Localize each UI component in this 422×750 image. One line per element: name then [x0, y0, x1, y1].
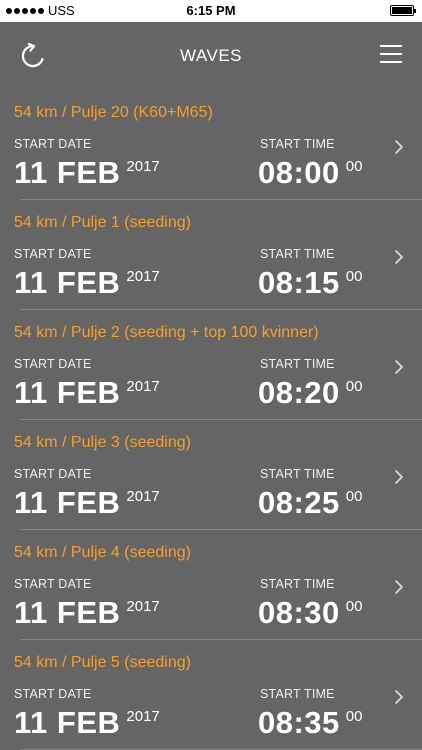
date-day-month: 11 FEB — [14, 155, 121, 190]
start-time-value: 08:25 00 — [258, 486, 362, 520]
wave-name: 54 km / Pulje 20 (K60+M65) — [14, 104, 213, 121]
wave-name: 54 km / Pulje 1 (seeding) — [14, 214, 191, 231]
status-bar: USS 6:15 PM — [0, 0, 422, 22]
date-year: 2017 — [126, 268, 160, 285]
time-seconds: 00 — [345, 268, 363, 285]
start-date-value: 11 FEB 2017 — [14, 376, 160, 410]
chevron-right-icon — [395, 690, 403, 704]
start-time-value: 08:35 00 — [258, 706, 362, 740]
chevron-right-icon — [395, 580, 403, 594]
wave-name: 54 km / Pulje 5 (seeding) — [14, 654, 191, 671]
date-year: 2017 — [126, 488, 160, 505]
start-date-label: START DATE — [14, 467, 92, 481]
start-date-value: 11 FEB 2017 — [14, 156, 160, 190]
date-year: 2017 — [126, 378, 160, 395]
date-day-month: 11 FEB — [14, 375, 121, 410]
menu-icon[interactable] — [380, 45, 402, 63]
chevron-right-icon — [395, 470, 403, 484]
time-seconds: 00 — [345, 708, 363, 725]
start-time-label: START TIME — [260, 467, 335, 481]
wave-row[interactable]: 54 km / Pulje 5 (seeding) START DATE START… — [0, 640, 422, 750]
nav-bar: WAVES — [0, 22, 422, 90]
status-time: 6:15 PM — [186, 3, 236, 18]
wave-row[interactable]: 54 km / Pulje 4 (seeding) START DATE START… — [0, 530, 422, 640]
date-day-month: 11 FEB — [14, 705, 121, 740]
date-day-month: 11 FEB — [14, 265, 121, 300]
wave-name: 54 km / Pulje 2 (seeding + top 100 kvinn… — [14, 324, 319, 341]
time-hour-minute: 08:25 — [258, 485, 340, 520]
start-time-label: START TIME — [260, 137, 335, 151]
start-date-label: START DATE — [14, 357, 92, 371]
time-hour-minute: 08:30 — [258, 595, 340, 630]
start-date-value: 11 FEB 2017 — [14, 486, 160, 520]
time-seconds: 00 — [345, 598, 363, 615]
date-day-month: 11 FEB — [14, 595, 121, 630]
date-year: 2017 — [126, 158, 160, 175]
start-date-value: 11 FEB 2017 — [14, 266, 160, 300]
date-year: 2017 — [126, 708, 160, 725]
time-hour-minute: 08:00 — [258, 155, 340, 190]
start-time-label: START TIME — [260, 357, 335, 371]
page-title: WAVES — [179, 46, 242, 65]
start-time-value: 08:30 00 — [258, 596, 362, 630]
start-date-label: START DATE — [14, 577, 92, 591]
start-date-label: START DATE — [14, 687, 92, 701]
wave-row[interactable]: 54 km / Pulje 3 (seeding) START DATE START… — [0, 420, 422, 530]
time-hour-minute: 08:35 — [258, 705, 340, 740]
date-day-month: 11 FEB — [14, 485, 121, 520]
start-time-value: 08:15 00 — [258, 266, 362, 300]
time-seconds: 00 — [345, 158, 363, 175]
time-hour-minute: 08:15 — [258, 265, 340, 300]
waves-list: 54 km / Pulje 20 (K60+M65) START DATE STAR… — [0, 90, 422, 750]
chevron-right-icon — [395, 360, 403, 374]
time-seconds: 00 — [345, 488, 363, 505]
time-hour-minute: 08:20 — [258, 375, 340, 410]
wave-row[interactable]: 54 km / Pulje 20 (K60+M65) START DATE STAR… — [0, 90, 422, 200]
start-time-label: START TIME — [260, 247, 335, 261]
start-date-value: 11 FEB 2017 — [14, 596, 160, 630]
chevron-right-icon — [395, 140, 403, 154]
start-date-label: START DATE — [14, 247, 92, 261]
start-time-value: 08:00 00 — [258, 156, 362, 190]
date-year: 2017 — [126, 598, 160, 615]
start-date-value: 11 FEB 2017 — [14, 706, 160, 740]
wave-name: 54 km / Pulje 4 (seeding) — [14, 544, 191, 561]
wave-row[interactable]: 54 km / Pulje 1 (seeding) START DATE START… — [0, 200, 422, 310]
start-time-label: START TIME — [260, 687, 335, 701]
start-time-value: 08:20 00 — [258, 376, 362, 410]
time-seconds: 00 — [345, 378, 363, 395]
start-time-label: START TIME — [260, 577, 335, 591]
battery-icon — [390, 5, 416, 16]
wave-name: 54 km / Pulje 3 (seeding) — [14, 434, 191, 451]
start-date-label: START DATE — [14, 137, 92, 151]
wave-row[interactable]: 54 km / Pulje 2 (seeding + top 100 kvinn… — [0, 310, 422, 420]
chevron-right-icon — [395, 250, 403, 264]
